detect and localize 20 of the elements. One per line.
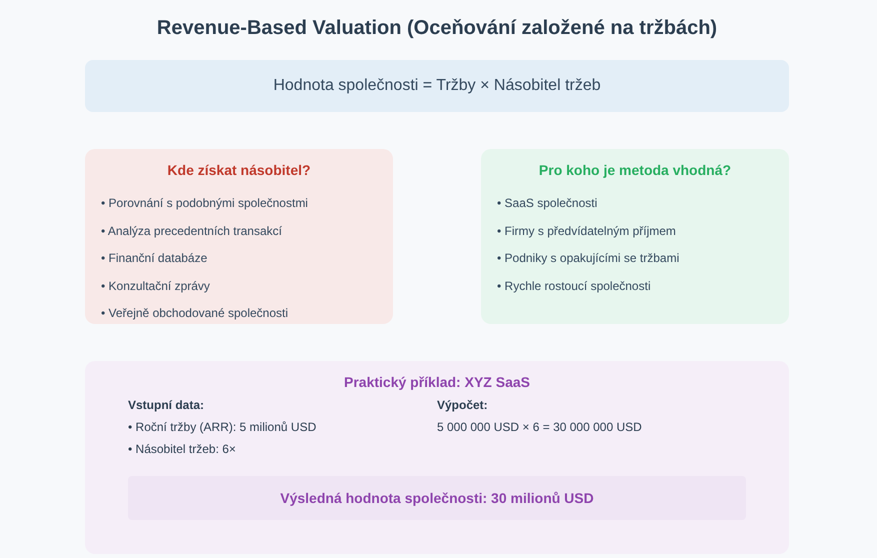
list-item: • Firmy s předvídatelným příjmem bbox=[497, 224, 676, 238]
calculation-text: 5 000 000 USD × 6 = 30 000 000 USD bbox=[437, 420, 643, 434]
list-item: • Porovnání s podobnými společnostmi bbox=[101, 196, 308, 210]
input-item: • Roční tržby (ARR): 5 milionů USD bbox=[128, 420, 318, 434]
list-item: • Analýza precedentních transakcí bbox=[101, 224, 282, 238]
list-item: • Finanční databáze bbox=[101, 251, 208, 265]
list-item: • SaaS společnosti bbox=[497, 196, 598, 210]
calculation-heading: Výpočet: bbox=[437, 398, 489, 412]
formula-box: Hodnota společnosti = Tržby × Násobitel tržeb bbox=[85, 60, 789, 112]
input-heading: Vstupní data: bbox=[128, 398, 206, 412]
list-item: • Konzultační zprávy bbox=[101, 278, 210, 292]
page-title: Revenue-Based Valuation (Oceňování založené na tržbách) bbox=[156, 16, 718, 41]
card-title: Kde získat násobitel? bbox=[166, 162, 312, 178]
card-title: Pro koho je metoda vhodná? bbox=[538, 162, 732, 178]
example-title: Praktický příklad: XYZ SaaS bbox=[343, 374, 531, 390]
input-item: • Násobitel tržeb: 6× bbox=[128, 442, 237, 456]
result-box: Výsledná hodnota společnosti: 30 milionů USD bbox=[128, 476, 746, 520]
list-item: • Podniky s opakujícími se tržbami bbox=[497, 251, 680, 265]
list-item: • Rychle rostoucí společnosti bbox=[497, 278, 651, 292]
list-item: • Veřejně obchodované společnosti bbox=[101, 306, 288, 320]
